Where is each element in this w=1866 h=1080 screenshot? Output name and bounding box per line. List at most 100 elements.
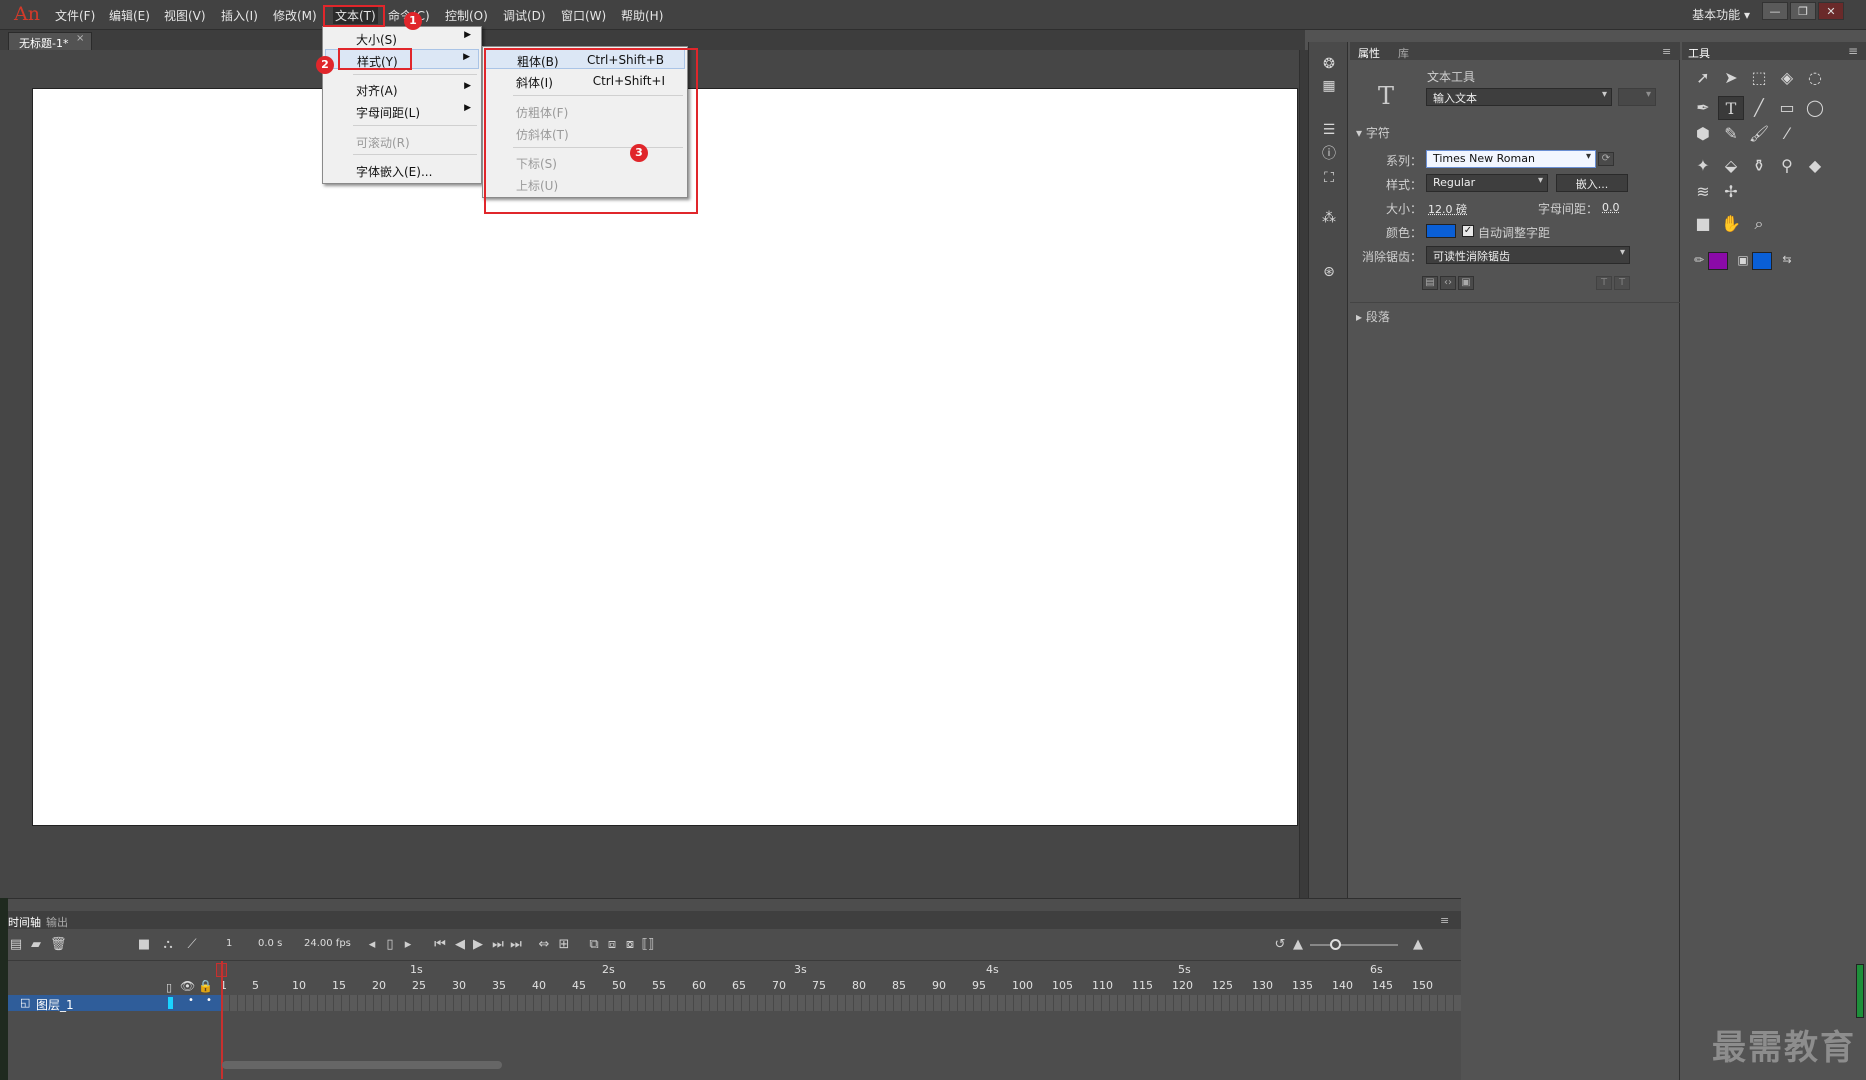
font-style-dropdown[interactable]: Regular ▾: [1426, 174, 1548, 192]
subscript-icon[interactable]: T: [1614, 276, 1630, 290]
paint-bucket-tool-icon[interactable]: ⬙: [1718, 154, 1744, 178]
show-border-icon[interactable]: ▣: [1458, 276, 1474, 290]
frame-ruler[interactable]: 1s 2s 3s 4s 5s 6s 1 5 10 15 20 25 30 35 40 45 50 55 60 65 70…: [220, 961, 1461, 995]
fill-color-swatch[interactable]: [1752, 252, 1772, 270]
stroke-color-swatch[interactable]: [1708, 252, 1728, 270]
stage-vertical-scrollbar[interactable]: [1300, 50, 1308, 898]
free-transform-tool-icon[interactable]: ⬚: [1746, 66, 1772, 90]
frame-picker-icon[interactable]: ▯: [382, 937, 398, 952]
panel-menu-icon[interactable]: ≡: [1848, 44, 1858, 58]
menu-window[interactable]: 窗口(W): [561, 7, 606, 24]
layer-row[interactable]: ◱ 图层_1 • •: [8, 995, 222, 1013]
align-icon[interactable]: ☰: [1321, 122, 1337, 138]
zoom-out-icon[interactable]: ▲: [1290, 937, 1306, 952]
go-to-first-frame-icon[interactable]: ⏮: [432, 937, 448, 952]
menu-item-align[interactable]: 对齐(A) ▶: [325, 79, 479, 99]
tab-output[interactable]: 输出: [46, 914, 68, 930]
tab-properties[interactable]: 属性: [1358, 45, 1380, 61]
loop-icon[interactable]: ⇔: [536, 937, 552, 952]
components-icon[interactable]: ⁂: [1321, 210, 1337, 226]
minimize-button[interactable]: —: [1762, 2, 1788, 20]
show-all-icon[interactable]: ▯: [166, 981, 172, 994]
menu-debug[interactable]: 调试(D): [503, 7, 546, 24]
elapsed-time-value[interactable]: 0.0 s: [258, 938, 282, 949]
embed-button[interactable]: 嵌入...: [1556, 174, 1628, 192]
step-back-icon[interactable]: ◂: [364, 937, 380, 952]
previous-frame-icon[interactable]: ◀: [452, 937, 468, 952]
character-section-toggle[interactable]: ▾ 字符: [1356, 124, 1390, 141]
zoom-in-icon[interactable]: ▲: [1410, 937, 1426, 952]
new-layer-icon[interactable]: ▤: [8, 937, 24, 952]
swatches-icon[interactable]: ▦: [1321, 78, 1337, 94]
edit-multiple-frames-icon[interactable]: ⧇: [622, 937, 638, 952]
zoom-slider-track[interactable]: [1310, 944, 1398, 946]
lock-icon[interactable]: 🔒: [198, 979, 213, 993]
visibility-icon[interactable]: 👁: [180, 979, 195, 993]
tab-timeline[interactable]: 时间轴: [8, 914, 41, 930]
new-folder-icon[interactable]: ▰: [28, 937, 44, 952]
layer-visible-dot[interactable]: •: [188, 995, 194, 1006]
eyedropper-tool-icon[interactable]: ⚲: [1774, 154, 1800, 178]
camera-icon[interactable]: ■: [136, 937, 152, 952]
bone-tool-icon[interactable]: ✦: [1690, 154, 1716, 178]
insert-keyframe-icon[interactable]: ⊞: [556, 937, 572, 952]
paint-brush-tool-icon[interactable]: 🖌: [1746, 122, 1772, 146]
menu-item-font-embedding[interactable]: 字体嵌入(E)...: [325, 160, 479, 180]
go-to-last-frame-icon[interactable]: ⏭: [508, 937, 524, 952]
onion-skin-icon[interactable]: ⧉: [586, 937, 602, 952]
menu-file[interactable]: 文件(F): [55, 7, 95, 24]
current-frame-value[interactable]: 1: [226, 938, 232, 949]
selectable-icon[interactable]: ▤: [1422, 276, 1438, 290]
text-type-dropdown[interactable]: 输入文本 ▾: [1426, 88, 1612, 106]
next-frame-icon[interactable]: ⏭: [490, 937, 506, 952]
text-color-swatch[interactable]: [1426, 224, 1456, 238]
creative-cloud-icon[interactable]: ⊛: [1321, 264, 1337, 280]
lasso-tool-icon[interactable]: ◌: [1802, 66, 1828, 90]
swap-colors-icon[interactable]: ⇆: [1774, 248, 1800, 272]
menu-control[interactable]: 控制(O): [445, 7, 488, 24]
oval-tool-icon[interactable]: ◯: [1802, 96, 1828, 120]
font-size-value[interactable]: 12.0 磅: [1428, 201, 1467, 217]
onion-outline-icon[interactable]: ⧈: [604, 937, 620, 952]
panel-menu-icon[interactable]: ≡: [1662, 45, 1671, 58]
layer-lock-dot[interactable]: •: [206, 995, 212, 1006]
play-icon[interactable]: ▶: [470, 937, 486, 952]
menu-modify[interactable]: 修改(M): [273, 7, 317, 24]
modify-markers-icon[interactable]: ⟦⟧: [640, 937, 656, 952]
menu-insert[interactable]: 插入(I): [221, 7, 258, 24]
step-forward-icon[interactable]: ▸: [400, 937, 416, 952]
render-html-icon[interactable]: ‹›: [1440, 276, 1456, 290]
superscript-icon[interactable]: T: [1596, 276, 1612, 290]
auto-kern-checkbox[interactable]: ✓: [1462, 225, 1474, 237]
ink-bottle-tool-icon[interactable]: ⚱: [1746, 154, 1772, 178]
paragraph-section-toggle[interactable]: ▸ 段落: [1356, 308, 1390, 325]
center-frame-icon[interactable]: ↺: [1272, 937, 1288, 952]
asset-warp-tool-icon[interactable]: ✢: [1718, 180, 1744, 204]
width-tool-icon[interactable]: ≋: [1690, 180, 1716, 204]
zoom-slider-thumb[interactable]: [1330, 939, 1341, 950]
delete-layer-icon[interactable]: 🗑: [50, 937, 67, 952]
letter-spacing-value[interactable]: 0.0: [1602, 201, 1620, 214]
eraser-tool-icon[interactable]: ◆: [1802, 154, 1828, 178]
frame-rate-value[interactable]: 24.00 fps: [304, 938, 351, 949]
layer-parenting-icon[interactable]: ⛬: [160, 937, 176, 952]
font-family-dropdown[interactable]: Times New Roman ▾: [1426, 150, 1596, 168]
layer-name[interactable]: 图层_1: [36, 996, 74, 1013]
menu-help[interactable]: 帮助(H): [621, 7, 663, 24]
text-tool-icon[interactable]: T: [1718, 96, 1744, 120]
antialias-dropdown[interactable]: 可读性消除锯齿 ▾: [1426, 246, 1630, 264]
3d-rotation-tool-icon[interactable]: ◈: [1774, 66, 1800, 90]
selection-tool-icon[interactable]: ➚: [1690, 66, 1716, 90]
tab-library[interactable]: 库: [1398, 45, 1409, 61]
brush-tool-icon[interactable]: ⁄: [1774, 122, 1800, 146]
playhead-handle[interactable]: [216, 963, 227, 977]
restore-button[interactable]: ❐: [1790, 2, 1816, 20]
motion-presets-icon[interactable]: ❂: [1321, 56, 1337, 72]
close-tab-icon[interactable]: ×: [76, 33, 84, 44]
menu-edit[interactable]: 编辑(E): [109, 7, 150, 24]
graph-icon[interactable]: ⟋: [184, 937, 200, 952]
frame-track[interactable]: [222, 995, 1461, 1011]
rectangle-tool-icon[interactable]: ▭: [1774, 96, 1800, 120]
camera-tool-icon[interactable]: ■: [1690, 212, 1716, 236]
hand-tool-icon[interactable]: ✋: [1718, 212, 1744, 236]
